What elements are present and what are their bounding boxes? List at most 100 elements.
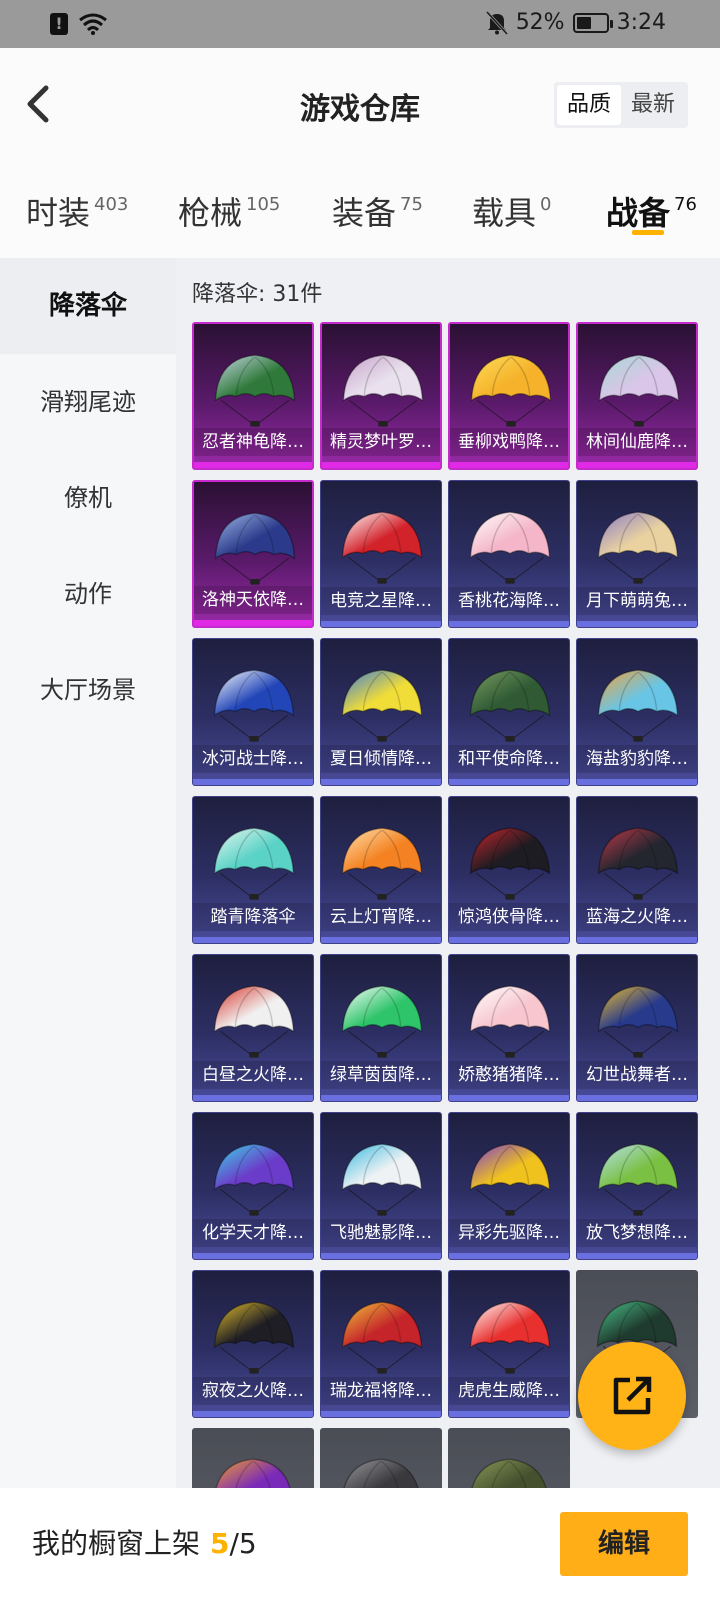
rarity-stripe [449, 621, 569, 627]
tab-equipment[interactable]: 装备 75 [332, 188, 423, 252]
rarity-stripe [449, 937, 569, 943]
wifi-icon [79, 13, 107, 35]
rarity-stripe [321, 1095, 441, 1101]
parachute-name: 幻世战舞者… [577, 1061, 697, 1089]
clock: 3:24 [616, 10, 666, 35]
parachute-icon [598, 354, 680, 427]
parachute-icon [469, 1301, 551, 1374]
parachute-name: 惊鸿侠骨降… [449, 903, 569, 931]
parachute-icon [469, 827, 551, 900]
parachute-card[interactable]: 虎虎生威降… [448, 1270, 570, 1418]
parachute-card[interactable] [448, 1428, 570, 1488]
parachute-card[interactable] [320, 1428, 442, 1488]
parachute-card[interactable]: 异彩先驱降… [448, 1112, 570, 1260]
rarity-stripe [322, 462, 440, 468]
parachute-icon [213, 669, 295, 742]
parachute-card[interactable]: 海盐豹豹降… [576, 638, 698, 786]
parachute-card[interactable]: 蓝海之火降… [576, 796, 698, 944]
parachute-card[interactable]: 惊鸿侠骨降… [448, 796, 570, 944]
parachute-card[interactable]: 冰河战士降… [192, 638, 314, 786]
parachute-name: 化学天才降… [193, 1219, 313, 1247]
rarity-stripe [449, 1253, 569, 1259]
parachute-card[interactable] [192, 1428, 314, 1488]
parachute-card[interactable]: 娇憨猪猪降… [448, 954, 570, 1102]
parachute-icon [213, 985, 295, 1058]
share-button[interactable] [578, 1342, 686, 1450]
parachute-name: 绿草茵茵降… [321, 1061, 441, 1089]
parachute-card[interactable]: 绿草茵茵降… [320, 954, 442, 1102]
parachute-card[interactable]: 踏青降落伞 [192, 796, 314, 944]
parachute-icon [213, 1301, 295, 1374]
parachute-card[interactable]: 林间仙鹿降… [576, 322, 698, 470]
showcase-current: 5 [210, 1527, 230, 1560]
parachute-name: 白昼之火降… [193, 1061, 313, 1089]
rarity-stripe [194, 620, 312, 626]
parachute-card[interactable]: 香桃花海降… [448, 480, 570, 628]
parachute-card[interactable]: 白昼之火降… [192, 954, 314, 1102]
parachute-name: 云上灯宵降… [321, 903, 441, 931]
rarity-stripe [193, 937, 313, 943]
rarity-stripe [321, 1253, 441, 1259]
parachute-icon [341, 669, 423, 742]
parachute-name: 踏青降落伞 [193, 903, 313, 931]
parachute-icon [341, 511, 423, 584]
header: 游戏仓库 品质 最新 时装 403 枪械 105 装备 75 载具 0 战备 76 [0, 48, 720, 258]
parachute-name: 蓝海之火降… [577, 903, 697, 931]
parachute-name: 和平使命降… [449, 745, 569, 773]
rarity-stripe [449, 1411, 569, 1417]
parachute-card[interactable]: 飞驰魅影降… [320, 1112, 442, 1260]
parachute-card[interactable]: 和平使命降… [448, 638, 570, 786]
parachute-icon [597, 669, 679, 742]
battery-icon [572, 12, 613, 33]
tab-tactical[interactable]: 战备 76 [606, 188, 697, 252]
parachute-icon [214, 512, 296, 585]
sort-newest-button[interactable]: 最新 [621, 85, 685, 125]
parachute-card[interactable]: 忍者神龟降… [192, 322, 314, 470]
parachute-card[interactable]: 垂柳戏鸭降… [448, 322, 570, 470]
parachute-icon [213, 827, 295, 900]
sidebar-item-parachute[interactable]: 降落伞 [0, 258, 176, 354]
sidebar-item-wingman[interactable]: 僚机 [0, 450, 176, 546]
parachute-name: 垂柳戏鸭降… [450, 428, 568, 456]
parachute-icon [215, 1458, 291, 1488]
tab-guns[interactable]: 枪械 105 [178, 188, 280, 252]
parachute-icon [341, 1301, 423, 1374]
parachute-name: 冰河战士降… [193, 745, 313, 773]
rarity-stripe [193, 1253, 313, 1259]
parachute-card[interactable]: 化学天才降… [192, 1112, 314, 1260]
rarity-stripe [321, 937, 441, 943]
tab-vehicles[interactable]: 载具 0 [472, 188, 551, 252]
tab-label: 装备 [332, 194, 397, 232]
sidebar-item-glide-trail[interactable]: 滑翔尾迹 [0, 354, 176, 450]
parachute-icon [214, 354, 296, 427]
sidebar-item-lobby-scene[interactable]: 大厅场景 [0, 642, 176, 738]
tab-label: 载具 [472, 194, 537, 232]
sort-quality-button[interactable]: 品质 [556, 85, 621, 125]
parachute-card[interactable]: 放飞梦想降… [576, 1112, 698, 1260]
item-count: 降落伞: 31件 [192, 282, 323, 307]
parachute-name: 月下萌萌兔… [577, 587, 697, 615]
parachute-card[interactable]: 月下萌萌兔… [576, 480, 698, 628]
tab-label: 时装 [26, 194, 91, 232]
rarity-stripe [321, 1411, 441, 1417]
parachute-card[interactable]: 精灵梦叶罗… [320, 322, 442, 470]
parachute-icon [470, 354, 552, 427]
parachute-icon [597, 827, 679, 900]
rarity-stripe [194, 462, 312, 468]
edit-button[interactable]: 编辑 [560, 1512, 688, 1576]
parachute-card[interactable]: 云上灯宵降… [320, 796, 442, 944]
parachute-card[interactable]: 洛神天依降… [192, 480, 314, 628]
parachute-card[interactable]: 寂夜之火降… [192, 1270, 314, 1418]
parachute-name: 飞驰魅影降… [321, 1219, 441, 1247]
sidebar-item-emote[interactable]: 动作 [0, 546, 176, 642]
parachute-icon [343, 1458, 419, 1488]
rarity-stripe [193, 1095, 313, 1101]
tab-count: 403 [94, 194, 129, 215]
tab-count: 75 [400, 194, 423, 215]
parachute-name: 异彩先驱降… [449, 1219, 569, 1247]
parachute-card[interactable]: 电竞之星降… [320, 480, 442, 628]
parachute-card[interactable]: 幻世战舞者… [576, 954, 698, 1102]
tab-fashion[interactable]: 时装 403 [26, 188, 128, 252]
parachute-card[interactable]: 瑞龙福将降… [320, 1270, 442, 1418]
parachute-card[interactable]: 夏日倾情降… [320, 638, 442, 786]
